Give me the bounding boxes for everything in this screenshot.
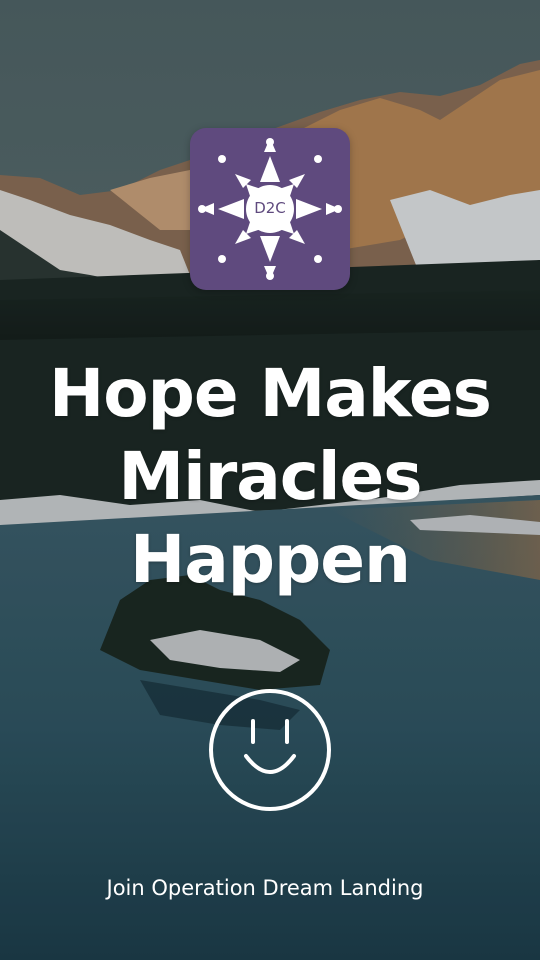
headline-line-2: Miracles [118, 438, 422, 515]
headline-line-3: Happen [129, 521, 411, 598]
d2c-logo: D2C [190, 128, 350, 290]
smiley-face-icon [208, 688, 332, 812]
headline-line-1: Hope Makes [49, 355, 492, 432]
headline: Hope Makes Miracles Happen [0, 352, 540, 601]
logo-text: D2C [254, 199, 286, 217]
cta-text: Join Operation Dream Landing [106, 876, 424, 900]
